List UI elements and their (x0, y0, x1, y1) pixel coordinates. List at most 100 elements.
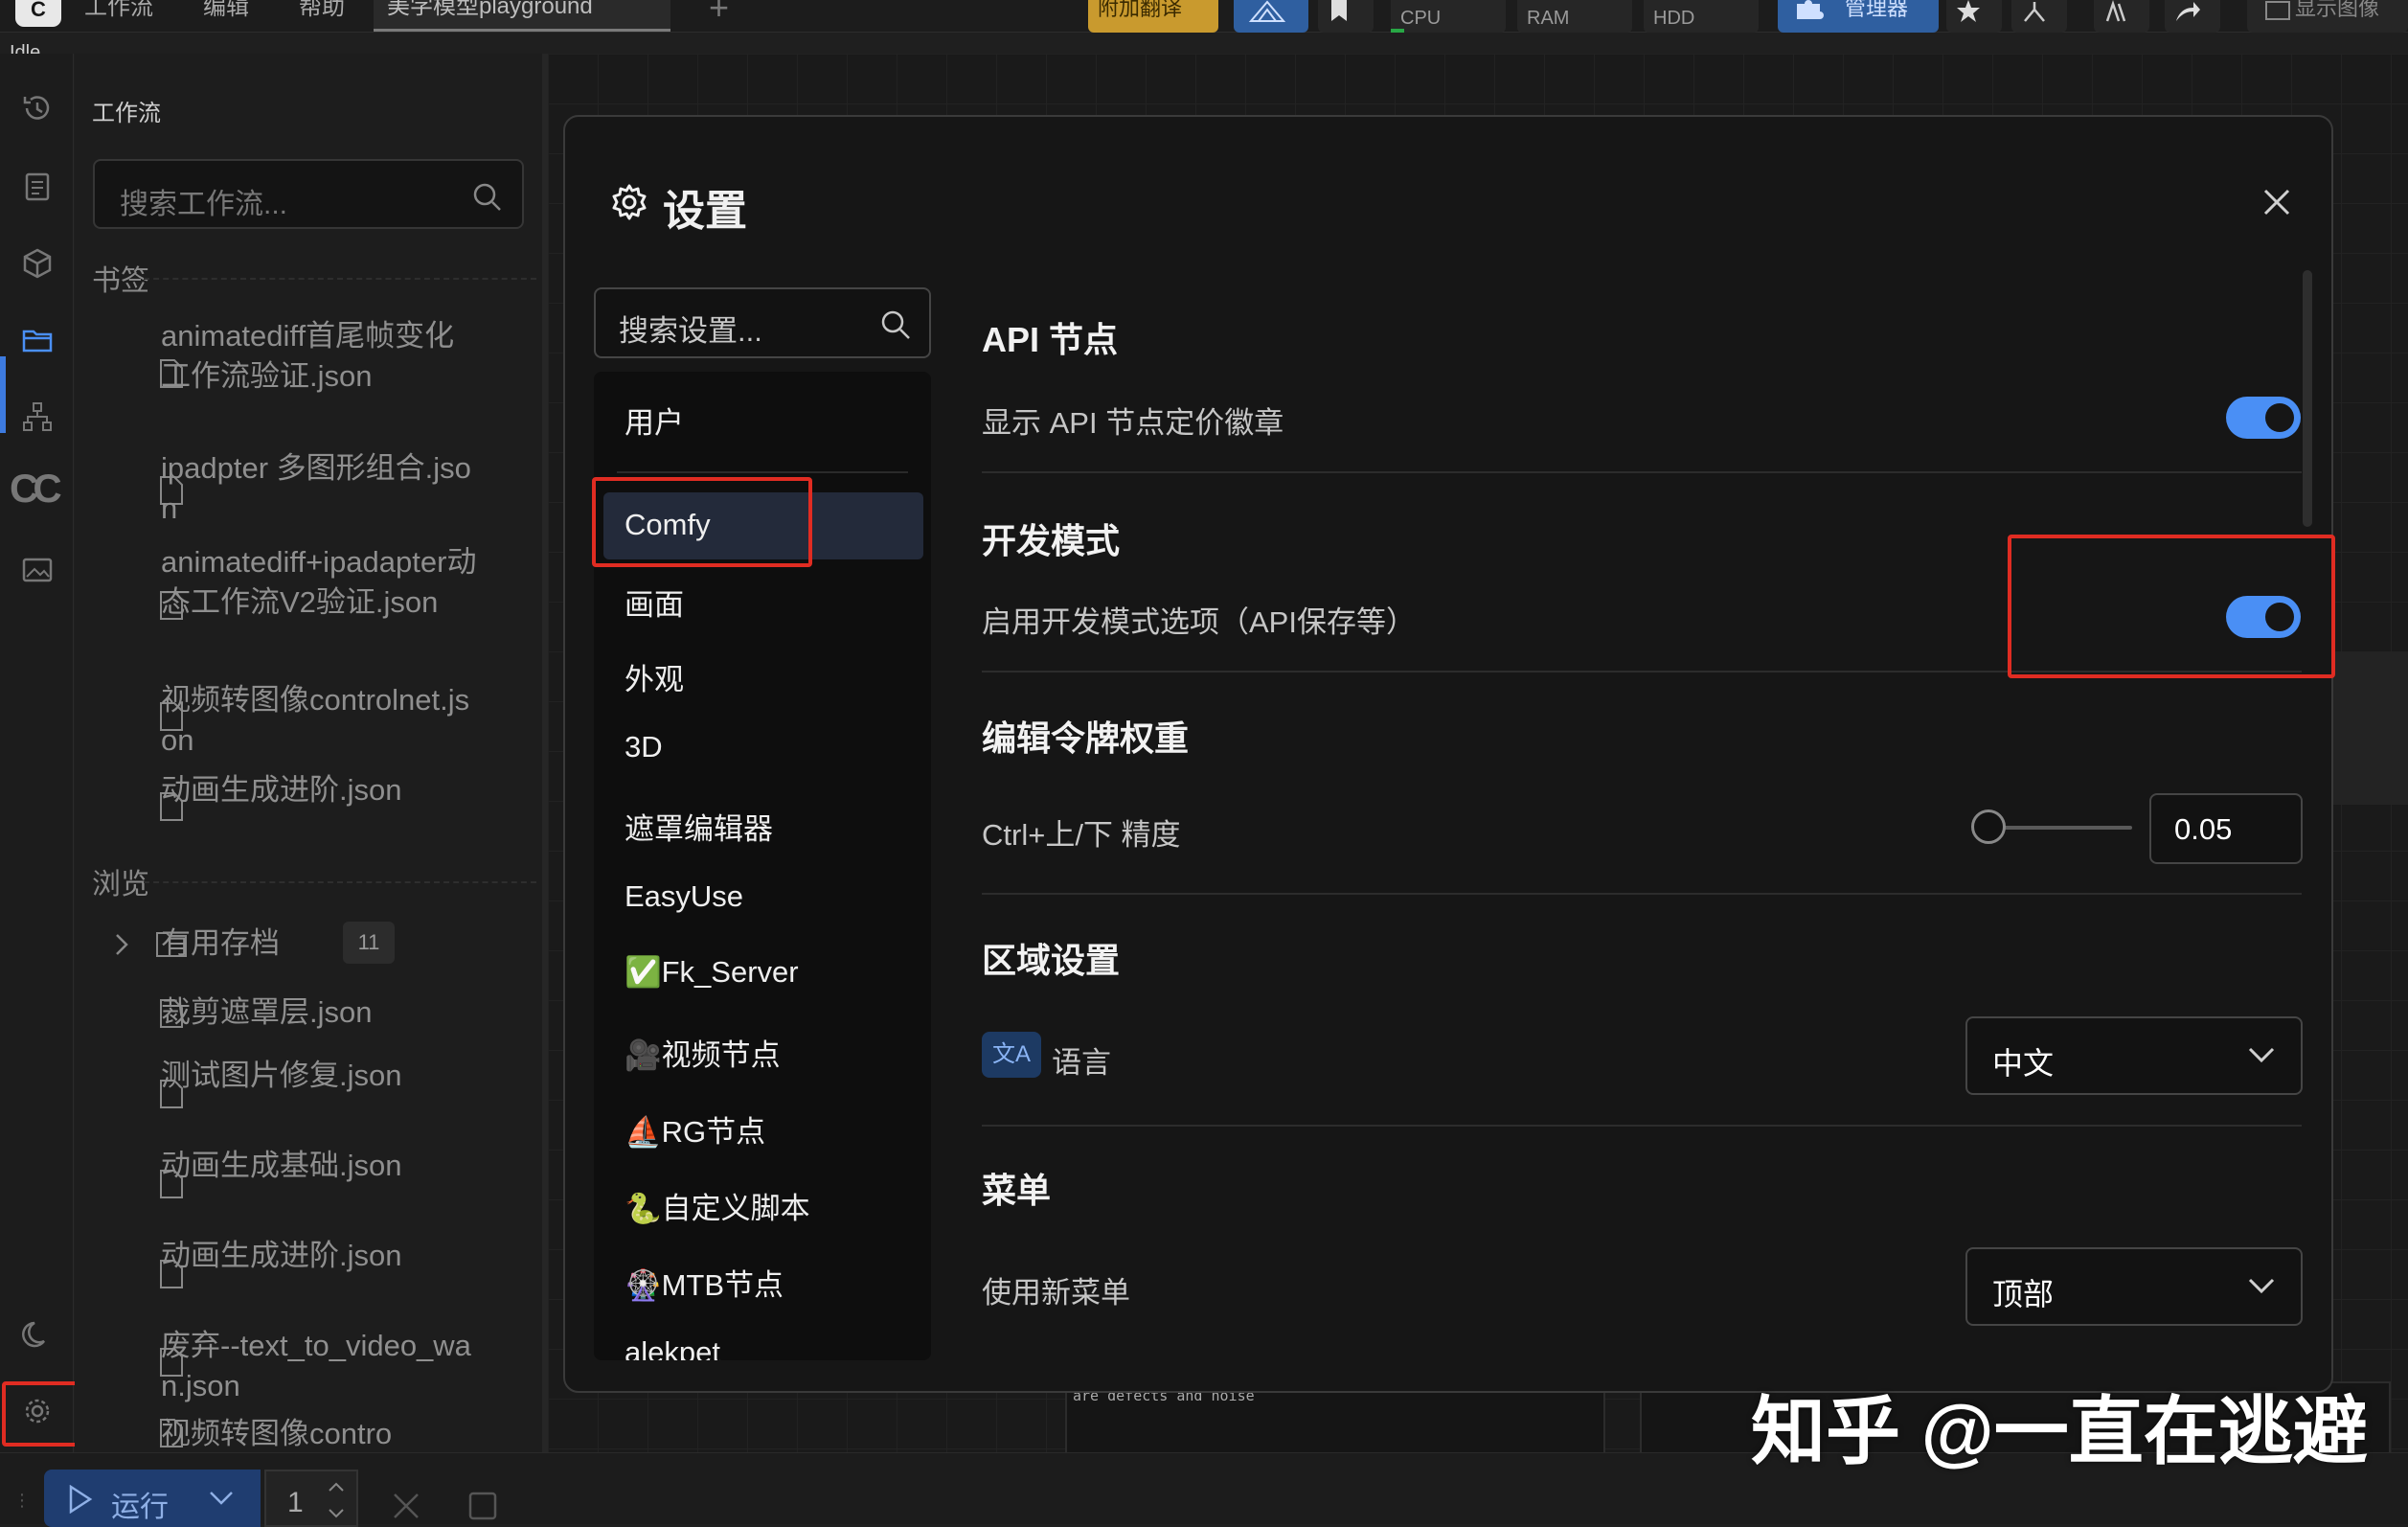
cpu-label: CPU (1400, 8, 1442, 29)
category-user[interactable]: 用户 (625, 399, 684, 442)
chevron-right-icon[interactable] (113, 931, 130, 958)
workflow-item[interactable]: 测试图片修复.json (161, 1056, 477, 1096)
hdd-label: HDD (1653, 8, 1695, 29)
sidebar-title: 工作流 (92, 101, 161, 126)
queue-count-value: 1 (287, 1487, 304, 1518)
workflow-item[interactable]: 裁剪遮罩层.json (161, 992, 477, 1033)
history-icon[interactable] (21, 92, 54, 125)
queue-list-icon[interactable] (21, 171, 54, 203)
bookmark-icon (1331, 0, 1347, 21)
token-precision-label: Ctrl+上/下 精度 (982, 818, 1181, 852)
model-icon-button[interactable] (1234, 0, 1308, 33)
settings-title: 设置 (663, 188, 747, 235)
close-icon[interactable] (2260, 186, 2293, 218)
search-icon (473, 183, 501, 211)
run-button[interactable]: 运行 (44, 1470, 261, 1527)
stop-icon[interactable] (467, 1491, 498, 1521)
workflow-search-input[interactable]: 搜索工作流... (93, 159, 524, 229)
bookmarks-divider (144, 278, 536, 280)
menu-workflow[interactable]: 工作流 (84, 0, 153, 19)
dev-mode-label: 启用开发模式选项（API保存等） (982, 605, 1416, 639)
section-menu-title: 菜单 (982, 1171, 1052, 1210)
run-label: 运行 (111, 1492, 169, 1523)
gallery-icon[interactable] (21, 554, 54, 586)
bookmark-item[interactable]: 视频转图像controlnet.json (161, 680, 477, 761)
comfy-logo[interactable]: C (15, 0, 61, 27)
workflow-item[interactable]: 动画生成进阶.json (161, 1236, 477, 1276)
menu-position-select[interactable]: 顶部 (1965, 1247, 2303, 1326)
category-rg-nodes[interactable]: ⛵RG节点 (625, 1107, 765, 1151)
rail-active-indicator (0, 356, 6, 433)
api-badge-label: 显示 API 节点定价徽章 (982, 406, 1284, 440)
category-canvas[interactable]: 画面 (625, 581, 684, 624)
category-3d[interactable]: 3D (625, 730, 663, 764)
api-badge-toggle[interactable] (2226, 397, 2301, 439)
token-precision-slider-track[interactable] (1988, 826, 2132, 830)
category-alekpet[interactable]: alekpet (625, 1335, 720, 1360)
section-dev-mode-title: 开发模式 (982, 521, 1121, 560)
category-easyuse[interactable]: EasyUse (625, 879, 743, 914)
section-divider (982, 893, 2302, 895)
star-icon (1957, 0, 1980, 22)
share-button[interactable] (2165, 0, 2220, 33)
settings-search-input[interactable]: 搜索设置... (594, 287, 931, 358)
token-precision-slider-knob[interactable] (1971, 809, 2006, 844)
section-token-weight-title: 编辑令牌权重 (982, 718, 1190, 758)
drag-handle-icon[interactable]: ⋮ (13, 1491, 31, 1514)
nodes-button[interactable] (2011, 0, 2067, 33)
model-cube-icon[interactable] (21, 247, 54, 280)
manager-label: 管理器 (1845, 0, 1909, 20)
cancel-icon[interactable] (391, 1491, 421, 1521)
token-precision-input[interactable]: 0.05 (2149, 793, 2303, 864)
category-fk-server[interactable]: ✅Fk_Server (625, 954, 799, 990)
category-custom-scripts[interactable]: 🐍自定义脚本 (625, 1184, 810, 1227)
section-api-nodes-title: API 节点 (982, 320, 1119, 359)
category-mtb-nodes[interactable]: 🎡MTB节点 (625, 1261, 784, 1304)
ram-meter: RAM (1517, 0, 1632, 33)
section-locale-title: 区域设置 (982, 941, 1121, 980)
queue-count-stepper[interactable]: 1 (264, 1470, 358, 1527)
new-menu-label: 使用新菜单 (982, 1276, 1130, 1310)
workflow-folder-icon[interactable] (21, 324, 54, 356)
bookmark-button[interactable] (1318, 0, 1374, 33)
cc-extension-icon[interactable]: CC (10, 466, 62, 512)
tab-active-workflow[interactable]: 美学模型playground (374, 0, 670, 32)
menu-position-value: 顶部 (1992, 1277, 2055, 1311)
translate-button[interactable]: 附加翻译 (1088, 0, 1218, 33)
chevron-down-icon[interactable] (207, 1489, 236, 1508)
add-tab-button[interactable]: + (709, 0, 729, 25)
workflow-item[interactable]: 动画生成基础.json (161, 1146, 477, 1186)
bookmark-item[interactable]: animatediff+ipadapter动态工作流V2验证.json (161, 542, 477, 623)
ram-label: RAM (1527, 8, 1570, 29)
category-mask-editor[interactable]: 遮罩编辑器 (625, 805, 773, 848)
category-divider (617, 471, 908, 473)
dev-mode-highlight-box (2008, 535, 2335, 678)
network-icon (2024, 2, 2045, 22)
browse-heading: 浏览 (92, 869, 149, 900)
theme-moon-icon[interactable] (21, 1318, 54, 1351)
language-select[interactable]: 中文 (1965, 1016, 2303, 1095)
category-appearance[interactable]: 外观 (625, 655, 684, 698)
hdd-meter: HDD (1644, 0, 1759, 33)
menu-edit[interactable]: 编辑 (203, 0, 249, 19)
graph-button[interactable] (2094, 0, 2149, 33)
folder-count-badge: 11 (343, 922, 395, 964)
search-icon (881, 310, 910, 339)
settings-scrollbar[interactable] (2303, 270, 2312, 527)
stepper-arrows-icon[interactable] (326, 1479, 347, 1521)
play-icon (69, 1485, 93, 1514)
category-video-nodes[interactable]: 🎥视频节点 (625, 1031, 781, 1074)
node-library-icon[interactable] (21, 400, 54, 433)
workflow-item[interactable]: 废弃--text_to_video_wan.json (161, 1326, 477, 1406)
token-precision-value: 0.05 (2174, 812, 2233, 846)
workflow-item[interactable]: 视频转图像contro (161, 1414, 477, 1452)
bookmark-item[interactable]: animatediff首尾帧变化工作流验证.json (161, 316, 477, 397)
canvas-node[interactable]: are defects and noise (1065, 1381, 1605, 1462)
star-button[interactable] (1946, 0, 2002, 33)
bookmark-item[interactable]: ipadpter 多图形组合.json (161, 448, 477, 529)
menu-help[interactable]: 帮助 (299, 0, 345, 19)
bookmark-item[interactable]: 动画生成进阶.json (161, 770, 477, 810)
cpu-bar (1391, 29, 1404, 33)
folder-name[interactable]: 有用存档 (161, 923, 477, 964)
top-menu-bar: C 工作流 编辑 帮助 美学模型playground + 附加翻译 CPU RA… (0, 0, 2408, 33)
